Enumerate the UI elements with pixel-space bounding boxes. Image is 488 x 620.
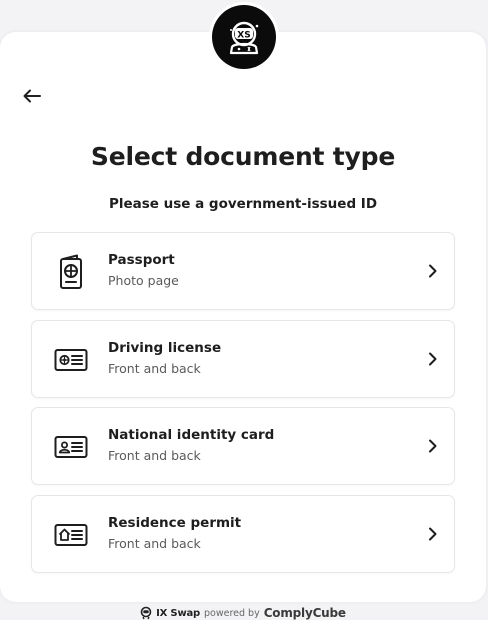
document-selection-card: Select document type Please use a govern… xyxy=(0,32,486,620)
residence-permit-icon xyxy=(52,517,90,553)
id-card-icon xyxy=(52,429,90,465)
brand-logo: XS xyxy=(209,2,279,72)
arrow-left-icon xyxy=(23,89,41,103)
chevron-right-icon xyxy=(426,263,440,279)
chevron-right-icon xyxy=(426,438,440,454)
ixswap-mini-logo-icon xyxy=(140,606,152,620)
footer-powered-by: powered by xyxy=(203,607,260,619)
footer-provider-name[interactable]: ComplyCube xyxy=(264,606,346,620)
footer-brand-name: IX Swap xyxy=(156,607,200,619)
driving-license-icon xyxy=(52,342,90,378)
chevron-right-icon xyxy=(426,526,440,542)
document-option-passport[interactable]: Passport Photo page xyxy=(31,232,455,310)
document-option-description: Photo page xyxy=(108,273,179,288)
passport-icon xyxy=(52,254,90,290)
chevron-right-icon xyxy=(426,351,440,367)
ixswap-astronaut-logo: XS xyxy=(212,5,276,69)
document-option-label: Driving license xyxy=(108,340,222,356)
document-option-label: National identity card xyxy=(108,427,275,443)
page-title: Select document type xyxy=(90,142,396,171)
document-option-description: Front and back xyxy=(108,448,201,463)
document-option-description: Front and back xyxy=(108,361,201,376)
page-subtitle: Please use a government-issued ID xyxy=(108,196,378,212)
back-button[interactable] xyxy=(20,84,44,108)
document-option-residence-permit[interactable]: Residence permit Front and back xyxy=(31,495,455,573)
document-type-list: Passport Photo page Driving license Fron… xyxy=(31,232,455,583)
document-option-label: Residence permit xyxy=(108,515,242,531)
document-option-driving-license[interactable]: Driving license Front and back xyxy=(31,320,455,398)
svg-text:XS: XS xyxy=(237,31,250,41)
document-option-national-id[interactable]: National identity card Front and back xyxy=(31,407,455,485)
document-option-description: Front and back xyxy=(108,536,201,551)
footer-branding: IX Swap powered by ComplyCube xyxy=(0,606,486,620)
document-option-label: Passport xyxy=(108,252,175,268)
